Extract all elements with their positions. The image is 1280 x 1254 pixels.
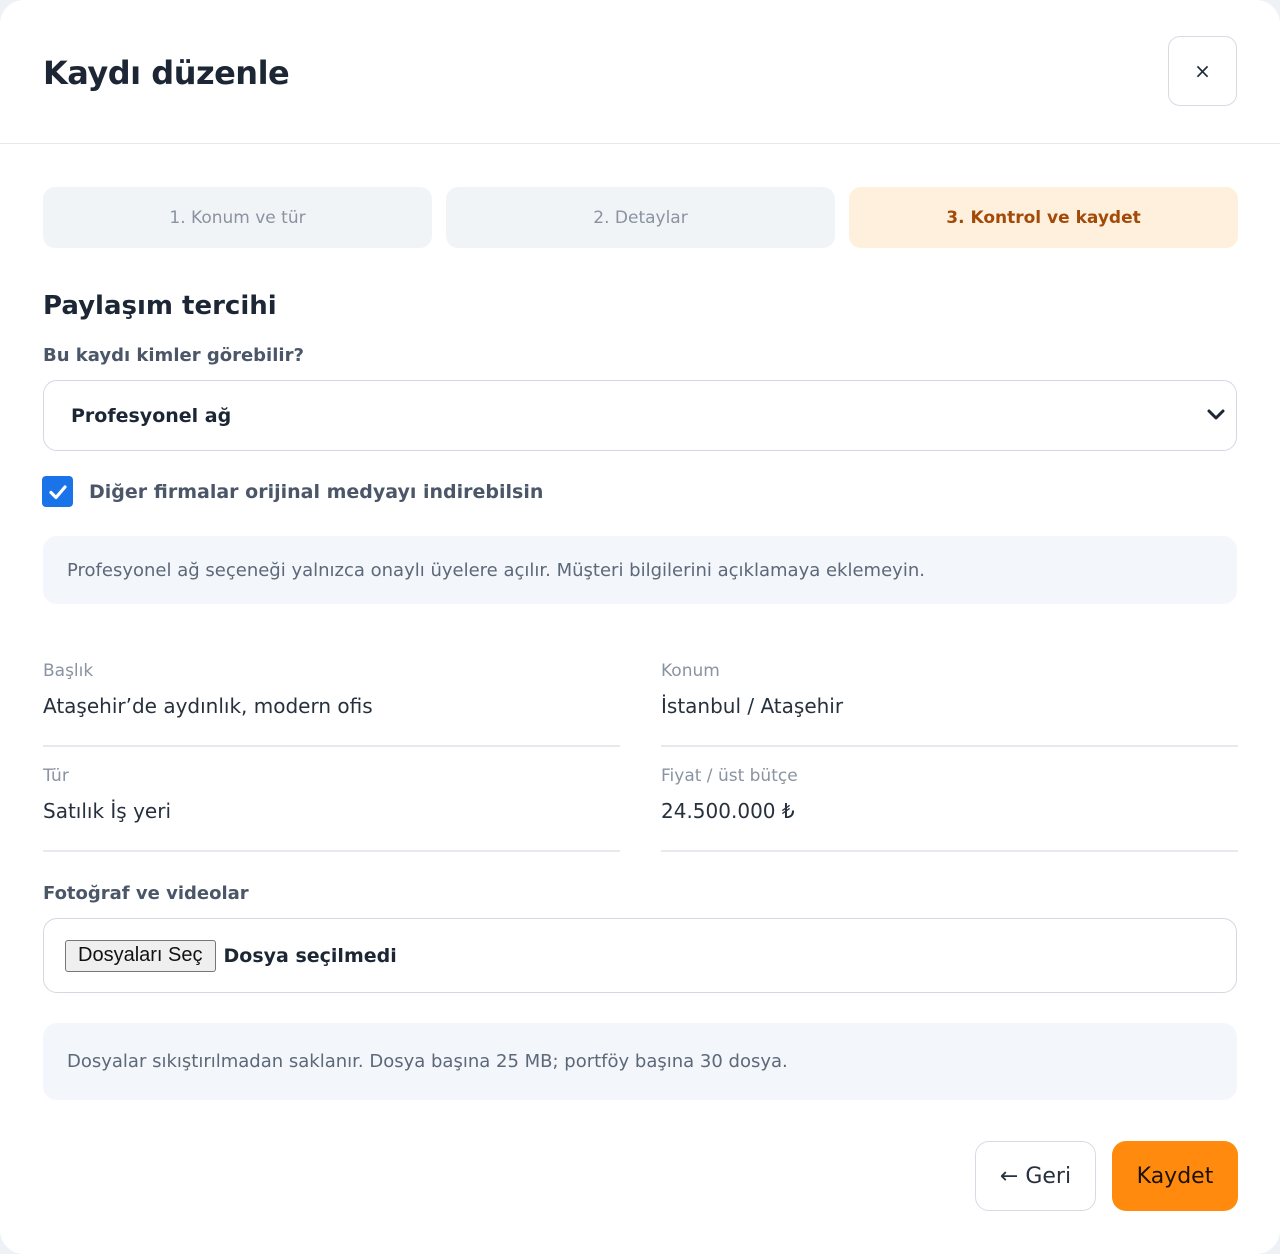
sharing-info-note: Profesyonel ağ seçeneği yalnızca onaylı … <box>43 536 1237 604</box>
summary-value: 24.500.000 ₺ <box>661 799 795 823</box>
summary-title: Başlık Ataşehir’de aydınlık, modern ofis <box>43 661 620 747</box>
file-status-text: Dosya seçilmedi <box>223 944 397 967</box>
sharing-info-text: Profesyonel ağ seçeneği yalnızca onaylı … <box>67 559 925 581</box>
summary-location: Konum İstanbul / Ataşehir <box>661 661 1238 747</box>
visibility-select-value: Profesyonel ağ <box>71 404 232 427</box>
summary-value: Ataşehir’de aydınlık, modern ofis <box>43 694 373 718</box>
dialog-header: Kaydı düzenle × <box>0 0 1280 144</box>
summary-key: Başlık <box>43 661 94 681</box>
visibility-label: Bu kaydı kimler görebilir? <box>43 345 304 366</box>
chevron-down-icon <box>1207 409 1225 420</box>
save-button[interactable]: Kaydet <box>1112 1141 1238 1211</box>
media-info-note: Dosyalar sıkıştırılmadan saklanır. Dosya… <box>43 1023 1237 1100</box>
step-review-save[interactable]: 3. Kontrol ve kaydet <box>849 187 1238 248</box>
stepper: 1. Konum ve tür 2. Detaylar 3. Kontrol v… <box>43 187 1238 248</box>
summary-type: Tür Satılık İş yeri <box>43 766 620 852</box>
media-info-text: Dosyalar sıkıştırılmadan saklanır. Dosya… <box>67 1051 788 1072</box>
back-button[interactable]: ← Geri <box>975 1141 1096 1211</box>
download-permission-row: Diğer firmalar orijinal medyayı indirebi… <box>42 476 543 507</box>
media-file-input[interactable]: Dosyaları Seç Dosya seçilmedi <box>43 918 1237 993</box>
download-checkbox[interactable] <box>42 476 73 507</box>
summary-key: Konum <box>661 661 720 681</box>
check-icon <box>48 484 67 499</box>
summary-key: Tür <box>43 766 69 786</box>
sharing-section-title: Paylaşım tercihi <box>43 291 277 321</box>
choose-files-button[interactable]: Dosyaları Seç <box>65 939 216 972</box>
download-checkbox-label[interactable]: Diğer firmalar orijinal medyayı indirebi… <box>89 481 543 503</box>
summary-value: Satılık İş yeri <box>43 799 171 823</box>
visibility-select[interactable]: Profesyonel ağ <box>43 380 1237 451</box>
summary-key: Fiyat / üst bütçe <box>661 766 798 786</box>
edit-record-dialog: Kaydı düzenle × 1. Konum ve tür 2. Detay… <box>0 0 1280 1254</box>
close-icon: × <box>1194 59 1211 83</box>
summary-price: Fiyat / üst bütçe 24.500.000 ₺ <box>661 766 1238 852</box>
close-button[interactable]: × <box>1168 36 1237 106</box>
dialog-title: Kaydı düzenle <box>43 54 290 92</box>
step-location-type[interactable]: 1. Konum ve tür <box>43 187 432 248</box>
media-label: Fotoğraf ve videolar <box>43 883 249 904</box>
step-details[interactable]: 2. Detaylar <box>446 187 835 248</box>
summary-value: İstanbul / Ataşehir <box>661 694 844 718</box>
